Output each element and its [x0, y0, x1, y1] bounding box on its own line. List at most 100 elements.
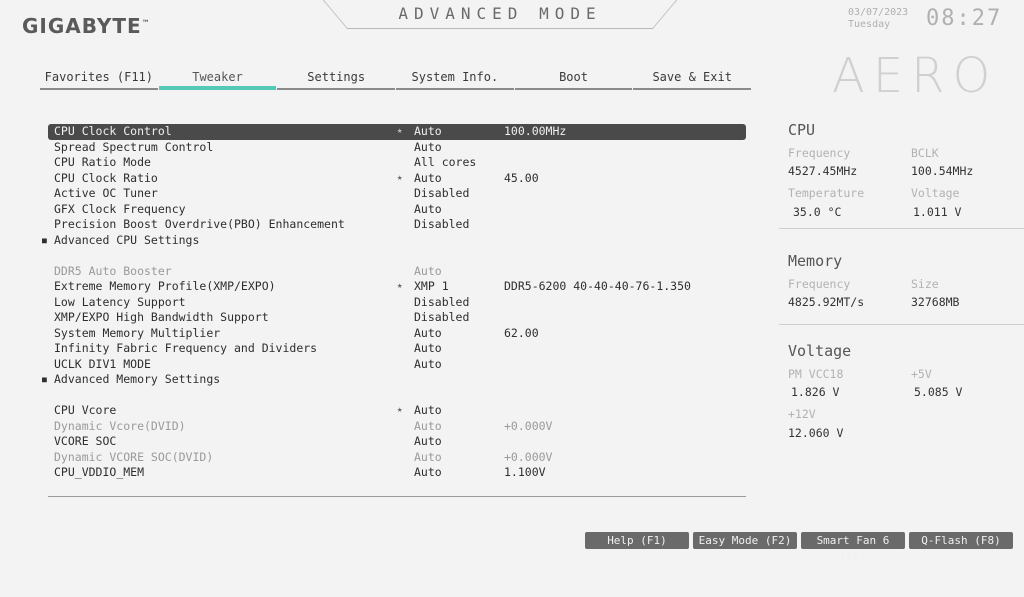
- cpu-panel-title: CPU: [788, 121, 816, 139]
- setting-xmp-high-bandwidth[interactable]: XMP/EXPO High Bandwidth Support Disabled: [48, 310, 746, 326]
- setting-uclk-div1-mode[interactable]: UCLK DIV1 MODE Auto: [48, 357, 746, 373]
- setting-label: DDR5 Auto Booster: [54, 263, 172, 278]
- setting-readout: 1.100V: [504, 465, 546, 479]
- setting-value: Auto: [414, 124, 442, 138]
- favorite-star-icon: ★: [397, 405, 403, 415]
- setting-low-latency-support[interactable]: Low Latency Support Disabled: [48, 295, 746, 311]
- setting-value: Auto: [414, 418, 442, 433]
- plus5v-label: +5V: [911, 367, 932, 381]
- setting-value: Disabled: [414, 294, 470, 309]
- setting-label: System Memory Multiplier: [54, 325, 221, 340]
- setting-cpu-clock-ratio[interactable]: CPU Clock Ratio ★ Auto 45.00: [48, 171, 746, 187]
- setting-label: Extreme Memory Profile(XMP/EXPO): [54, 279, 276, 293]
- cpu-temperature-value: 35.0 °C: [793, 205, 842, 219]
- gigabyte-logo: GIGABYTE™: [22, 14, 151, 38]
- plus5v-value: 5.085 V: [914, 385, 963, 399]
- date-display: 03/07/2023 Tuesday: [848, 7, 908, 31]
- aero-logo: AERO: [832, 48, 999, 104]
- setting-value: Auto: [414, 341, 442, 355]
- memory-panel: Memory Frequency Size 4825.92MT/s 32768M…: [779, 249, 1024, 325]
- cpu-bclk-value: 100.54MHz: [911, 164, 974, 178]
- setting-label: Active OC Tuner: [54, 186, 158, 200]
- setting-value: All cores: [414, 155, 477, 169]
- setting-cpu-clock-control[interactable]: CPU Clock Control ★ Auto 100.00MHz: [48, 124, 746, 140]
- pm-vcc18-value: 1.826 V: [791, 385, 840, 399]
- setting-label: CPU Clock Control: [54, 124, 172, 138]
- list-divider: [48, 496, 746, 497]
- setting-value: Auto: [414, 403, 442, 417]
- submenu-advanced-cpu-settings[interactable]: ■ Advanced CPU Settings: [42, 232, 746, 249]
- setting-value: Disabled: [414, 310, 470, 324]
- setting-value: Auto: [414, 201, 442, 216]
- tab-favorites[interactable]: Favorites (F11): [40, 68, 158, 90]
- setting-label: Dynamic Vcore(DVID): [54, 418, 186, 433]
- submenu-bullet-icon: ■: [42, 375, 47, 384]
- setting-gfx-clock-frequency[interactable]: GFX Clock Frequency Auto: [48, 202, 746, 218]
- mode-title: ADVANCED MODE: [398, 4, 602, 23]
- setting-value: Auto: [414, 449, 442, 464]
- memory-size-value: 32768MB: [911, 295, 960, 309]
- setting-xmp-expo-profile[interactable]: Extreme Memory Profile(XMP/EXPO) ★ XMP 1…: [48, 279, 746, 295]
- setting-value: Disabled: [414, 217, 470, 231]
- setting-ddr5-auto-booster: DDR5 Auto Booster Auto: [48, 264, 746, 280]
- memory-frequency-label: Frequency: [788, 277, 851, 291]
- setting-dynamic-vcore: Dynamic Vcore(DVID) Auto +0.000V: [48, 419, 746, 435]
- cpu-voltage-label: Voltage: [911, 186, 960, 200]
- setting-readout: +0.000V: [504, 418, 553, 433]
- setting-dynamic-vcore-soc: Dynamic VCORE SOC(DVID) Auto +0.000V: [48, 450, 746, 466]
- setting-pbo-enhancement[interactable]: Precision Boost Overdrive(PBO) Enhanceme…: [48, 217, 746, 233]
- setting-label: XMP/EXPO High Bandwidth Support: [54, 310, 269, 324]
- submenu-advanced-memory-settings[interactable]: ■ Advanced Memory Settings: [42, 372, 746, 388]
- memory-panel-title: Memory: [788, 252, 843, 270]
- voltage-panel: Voltage PM VCC18 +5V 1.826 V 5.085 V +12…: [779, 339, 1024, 449]
- favorite-star-icon: ★: [397, 126, 403, 136]
- setting-system-memory-multiplier[interactable]: System Memory Multiplier Auto 62.00: [48, 326, 746, 342]
- memory-frequency-value: 4825.92MT/s: [788, 295, 865, 309]
- tab-boot[interactable]: Boot: [514, 68, 633, 90]
- setting-cpu-ratio-mode[interactable]: CPU Ratio Mode All cores: [48, 155, 746, 171]
- help-button[interactable]: Help (F1): [585, 532, 689, 549]
- voltage-panel-title: Voltage: [788, 342, 852, 360]
- main-tabs: Favorites (F11) Tweaker Settings System …: [40, 68, 752, 90]
- favorite-star-icon: ★: [397, 281, 403, 291]
- day-text: Tuesday: [848, 19, 891, 30]
- cpu-temperature-label: Temperature: [788, 186, 865, 200]
- setting-cpu-vcore[interactable]: CPU Vcore ★ Auto: [48, 403, 746, 419]
- setting-value: Auto: [414, 356, 442, 371]
- setting-value: Auto: [414, 263, 442, 278]
- mode-banner: ADVANCED MODE: [322, 0, 678, 29]
- setting-cpu-vddio-mem[interactable]: CPU_VDDIO_MEM Auto 1.100V: [48, 465, 746, 481]
- setting-label: UCLK DIV1 MODE: [54, 356, 151, 371]
- smart-fan-button[interactable]: Smart Fan 6 (F6): [801, 532, 905, 564]
- setting-value: XMP 1: [414, 279, 449, 293]
- setting-value: Auto: [414, 465, 442, 479]
- setting-label: Infinity Fabric Frequency and Dividers: [54, 341, 318, 355]
- setting-value: Auto: [414, 170, 442, 185]
- date-text: 03/07/2023: [848, 7, 909, 18]
- tab-system-info[interactable]: System Info.: [396, 68, 514, 90]
- qflash-button[interactable]: Q-Flash (F8): [909, 532, 1013, 549]
- pm-vcc18-label: PM VCC18: [788, 367, 844, 381]
- setting-label: CPU Clock Ratio: [54, 170, 158, 185]
- setting-vcore-soc[interactable]: VCORE SOC Auto: [48, 434, 746, 450]
- setting-label: Advanced CPU Settings: [54, 232, 200, 247]
- setting-label: Advanced Memory Settings: [54, 372, 221, 386]
- setting-label: CPU_VDDIO_MEM: [54, 465, 145, 479]
- tab-settings[interactable]: Settings: [277, 68, 396, 90]
- clock-display: 08:27: [926, 6, 1003, 31]
- setting-label: Spread Spectrum Control: [54, 139, 214, 154]
- tab-save-exit[interactable]: Save & Exit: [633, 68, 752, 90]
- setting-readout: 62.00: [504, 325, 539, 340]
- setting-label: Dynamic VCORE SOC(DVID): [54, 449, 214, 464]
- setting-spread-spectrum[interactable]: Spread Spectrum Control Auto: [48, 140, 746, 156]
- setting-active-oc-tuner[interactable]: Active OC Tuner Disabled: [48, 186, 746, 202]
- setting-label: VCORE SOC: [54, 434, 117, 448]
- plus12v-label: +12V: [788, 407, 816, 421]
- setting-infinity-fabric[interactable]: Infinity Fabric Frequency and Dividers A…: [48, 341, 746, 357]
- easy-mode-button[interactable]: Easy Mode (F2): [693, 532, 797, 549]
- submenu-bullet-icon: ■: [42, 235, 47, 245]
- setting-label: CPU Vcore: [54, 403, 117, 417]
- setting-label: CPU Ratio Mode: [54, 155, 151, 169]
- tab-tweaker[interactable]: Tweaker: [158, 68, 277, 90]
- cpu-voltage-value: 1.011 V: [913, 205, 962, 219]
